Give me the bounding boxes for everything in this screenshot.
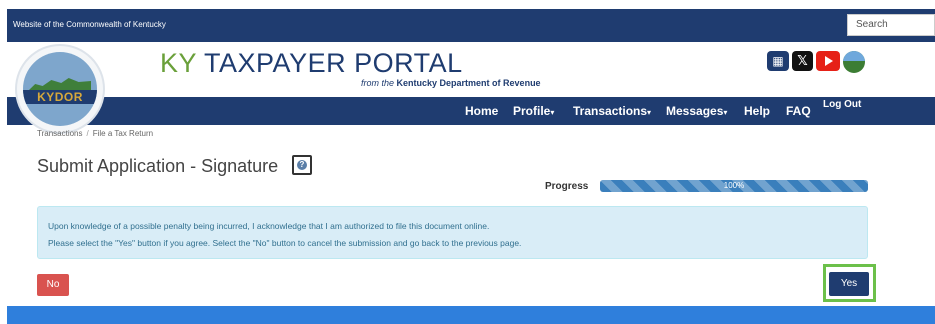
footer-bar bbox=[7, 306, 935, 324]
help-button[interactable]: ? bbox=[292, 155, 312, 175]
nav-logout[interactable]: Log Out bbox=[823, 99, 861, 110]
progress-label: Progress bbox=[545, 181, 589, 192]
acknowledgement-alert: Upon knowledge of a possible penalty bei… bbox=[37, 206, 868, 259]
nav-profile-label: Profile bbox=[513, 104, 551, 118]
breadcrumb-current: File a Tax Return bbox=[92, 129, 154, 138]
nav-profile[interactable]: Profile▾ bbox=[513, 104, 554, 118]
nav-faq[interactable]: FAQ bbox=[786, 104, 811, 118]
calendar-icon[interactable]: ▦ bbox=[767, 51, 789, 71]
main-nav: Home Profile▾ Transactions▾ Messages▾ He… bbox=[7, 97, 935, 125]
nav-messages-label: Messages bbox=[666, 104, 724, 118]
progress-text: 100% bbox=[723, 181, 745, 190]
page-title: Submit Application - Signature bbox=[37, 156, 279, 176]
help-icon: ? bbox=[297, 160, 307, 170]
no-button[interactable]: No bbox=[37, 274, 69, 296]
breadcrumb-separator: / bbox=[86, 129, 89, 138]
chevron-down-icon: ▾ bbox=[647, 108, 652, 117]
logo-text: KYDOR bbox=[37, 90, 83, 104]
portal-subtitle-rest: Kentucky Department of Revenue bbox=[396, 78, 541, 88]
x-icon[interactable]: 𝕏 bbox=[792, 51, 813, 71]
kydor-logo[interactable]: KYDOR bbox=[17, 46, 103, 132]
nav-home[interactable]: Home bbox=[465, 104, 498, 118]
alert-text-line-1: Upon knowledge of a possible penalty bei… bbox=[48, 221, 490, 231]
breadcrumb: Transactions / File a Tax Return bbox=[37, 129, 153, 138]
nav-help[interactable]: Help bbox=[744, 104, 770, 118]
kentucky-map-icon[interactable] bbox=[843, 51, 865, 73]
portal-header: KY TAXPAYER PORTAL from the Kentucky Dep… bbox=[7, 42, 935, 97]
breadcrumb-transactions[interactable]: Transactions bbox=[37, 129, 83, 138]
portal-title[interactable]: KY TAXPAYER PORTAL bbox=[160, 48, 463, 79]
portal-title-prefix: KY bbox=[160, 48, 197, 78]
chevron-down-icon: ▾ bbox=[723, 108, 728, 117]
portal-title-rest: TAXPAYER PORTAL bbox=[204, 48, 463, 78]
nav-transactions[interactable]: Transactions▾ bbox=[573, 104, 651, 118]
youtube-play-icon bbox=[825, 56, 833, 66]
yes-button[interactable]: Yes bbox=[829, 272, 869, 296]
progress-bar: 100% bbox=[600, 180, 868, 192]
portal-subtitle: from the Kentucky Department of Revenue bbox=[361, 78, 541, 88]
alert-text-line-2: Please select the "Yes" button if you ag… bbox=[48, 238, 522, 248]
nav-messages[interactable]: Messages▾ bbox=[666, 104, 727, 118]
logo-emblem: KYDOR bbox=[23, 52, 97, 126]
commonwealth-bar: Website of the Commonwealth of Kentucky … bbox=[0, 0, 935, 42]
chevron-down-icon: ▾ bbox=[550, 108, 555, 117]
commonwealth-bar-inner: Website of the Commonwealth of Kentucky … bbox=[7, 9, 935, 42]
nav-transactions-label: Transactions bbox=[573, 104, 648, 118]
youtube-icon[interactable] bbox=[816, 51, 840, 71]
kentucky-map-sky bbox=[843, 51, 865, 61]
commonwealth-link[interactable]: Website of the Commonwealth of Kentucky bbox=[13, 20, 166, 29]
portal-subtitle-italic: from the bbox=[361, 78, 395, 88]
search-input[interactable]: Search bbox=[847, 14, 935, 36]
